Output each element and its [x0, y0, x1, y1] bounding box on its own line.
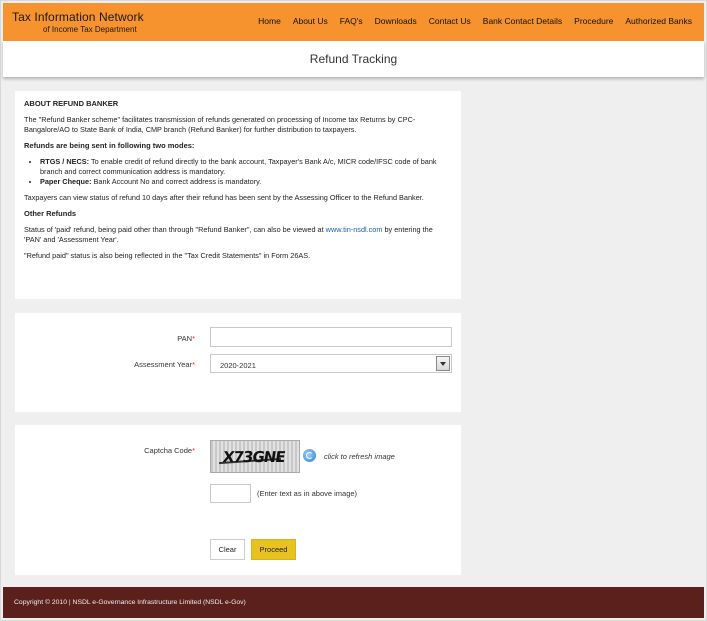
info-intro: The "Refund Banker scheme" facilitates t…	[24, 115, 416, 134]
nav-bank-contact-details[interactable]: Bank Contact Details	[483, 16, 562, 26]
pan-label: PAN*	[125, 334, 195, 343]
captcha-required-mark: *	[192, 446, 195, 455]
captcha-label: Captcha Code*	[115, 446, 195, 455]
view-status-text: Taxpayers can view status of refund 10 d…	[24, 193, 424, 202]
modes-heading: Refunds are being sent in following two …	[24, 141, 195, 150]
top-nav: Home About Us FAQ's Downloads Contact Us…	[246, 16, 692, 26]
modes-list: RTGS / NECS: To enable credit of refund …	[24, 157, 452, 187]
captcha-label-text: Captcha Code	[144, 446, 193, 455]
captcha-hint: (Enter text as in above image)	[257, 489, 358, 498]
mode-cheque: Paper Cheque: Bank Account No and correc…	[40, 177, 452, 187]
nav-procedure[interactable]: Procedure	[574, 16, 613, 26]
site-brand[interactable]: Tax Information Network of Income Tax De…	[12, 10, 144, 34]
refresh-icon[interactable]	[303, 449, 316, 462]
tin-nsdl-link[interactable]: www.tin-nsdl.com	[326, 225, 383, 234]
nav-contact-us[interactable]: Contact Us	[429, 16, 471, 26]
other-refunds-heading: Other Refunds	[24, 209, 77, 218]
refresh-captcha-link[interactable]: click to refresh image	[324, 452, 395, 461]
chevron-down-icon[interactable]	[436, 356, 450, 371]
pan-required-mark: *	[192, 334, 195, 343]
nav-about-us[interactable]: About Us	[293, 16, 328, 26]
other-text-before: Status of 'paid' refund, being paid othe…	[24, 225, 326, 234]
page-title: Refund Tracking	[3, 41, 704, 77]
assessment-year-select[interactable]: 2020-2021	[210, 354, 452, 373]
nav-downloads[interactable]: Downloads	[375, 16, 417, 26]
mode-rtgs-label: RTGS / NECS:	[40, 157, 90, 166]
captcha-image-text: X73GNE	[221, 448, 286, 466]
nav-authorized-banks[interactable]: Authorized Banks	[625, 16, 692, 26]
site-title: Tax Information Network	[12, 10, 144, 24]
nav-faqs[interactable]: FAQ's	[340, 16, 363, 26]
captcha-image: X73GNE	[210, 440, 300, 473]
captcha-form-panel: Captcha Code* X73GNE click to refresh im…	[15, 425, 461, 575]
pan-label-text: PAN	[177, 334, 193, 343]
assessment-year-label-text: Assessment Year	[134, 360, 193, 369]
site-header: Tax Information Network of Income Tax De…	[3, 3, 704, 41]
site-subtitle: of Income Tax Department	[43, 25, 137, 34]
info-heading: ABOUT REFUND BANKER	[24, 99, 119, 108]
mode-rtgs: RTGS / NECS: To enable credit of refund …	[40, 157, 452, 177]
info-panel: ABOUT REFUND BANKER The "Refund Banker s…	[15, 91, 461, 299]
mode-cheque-label: Paper Cheque:	[40, 177, 92, 186]
assessment-year-value: 2020-2021	[220, 361, 256, 370]
nav-home[interactable]: Home	[258, 16, 281, 26]
ay-required-mark: *	[192, 360, 195, 369]
proceed-button[interactable]: Proceed	[251, 539, 296, 560]
assessment-year-label: Assessment Year*	[105, 360, 195, 369]
refund-paid-note: "Refund paid" status is also being refle…	[24, 251, 311, 260]
mode-rtgs-text: To enable credit of refund directly to t…	[40, 157, 437, 176]
clear-button[interactable]: Clear	[210, 539, 245, 560]
pan-input[interactable]	[210, 327, 452, 347]
mode-cheque-text: Bank Account No and correct address is m…	[91, 177, 262, 186]
captcha-input[interactable]	[210, 484, 251, 503]
pan-form-panel: PAN* Assessment Year* 2020-2021	[15, 313, 461, 412]
site-footer: Copyright © 2010 | NSDL e-Governance Inf…	[3, 587, 704, 618]
other-refunds-text: Status of 'paid' refund, being paid othe…	[24, 225, 452, 245]
